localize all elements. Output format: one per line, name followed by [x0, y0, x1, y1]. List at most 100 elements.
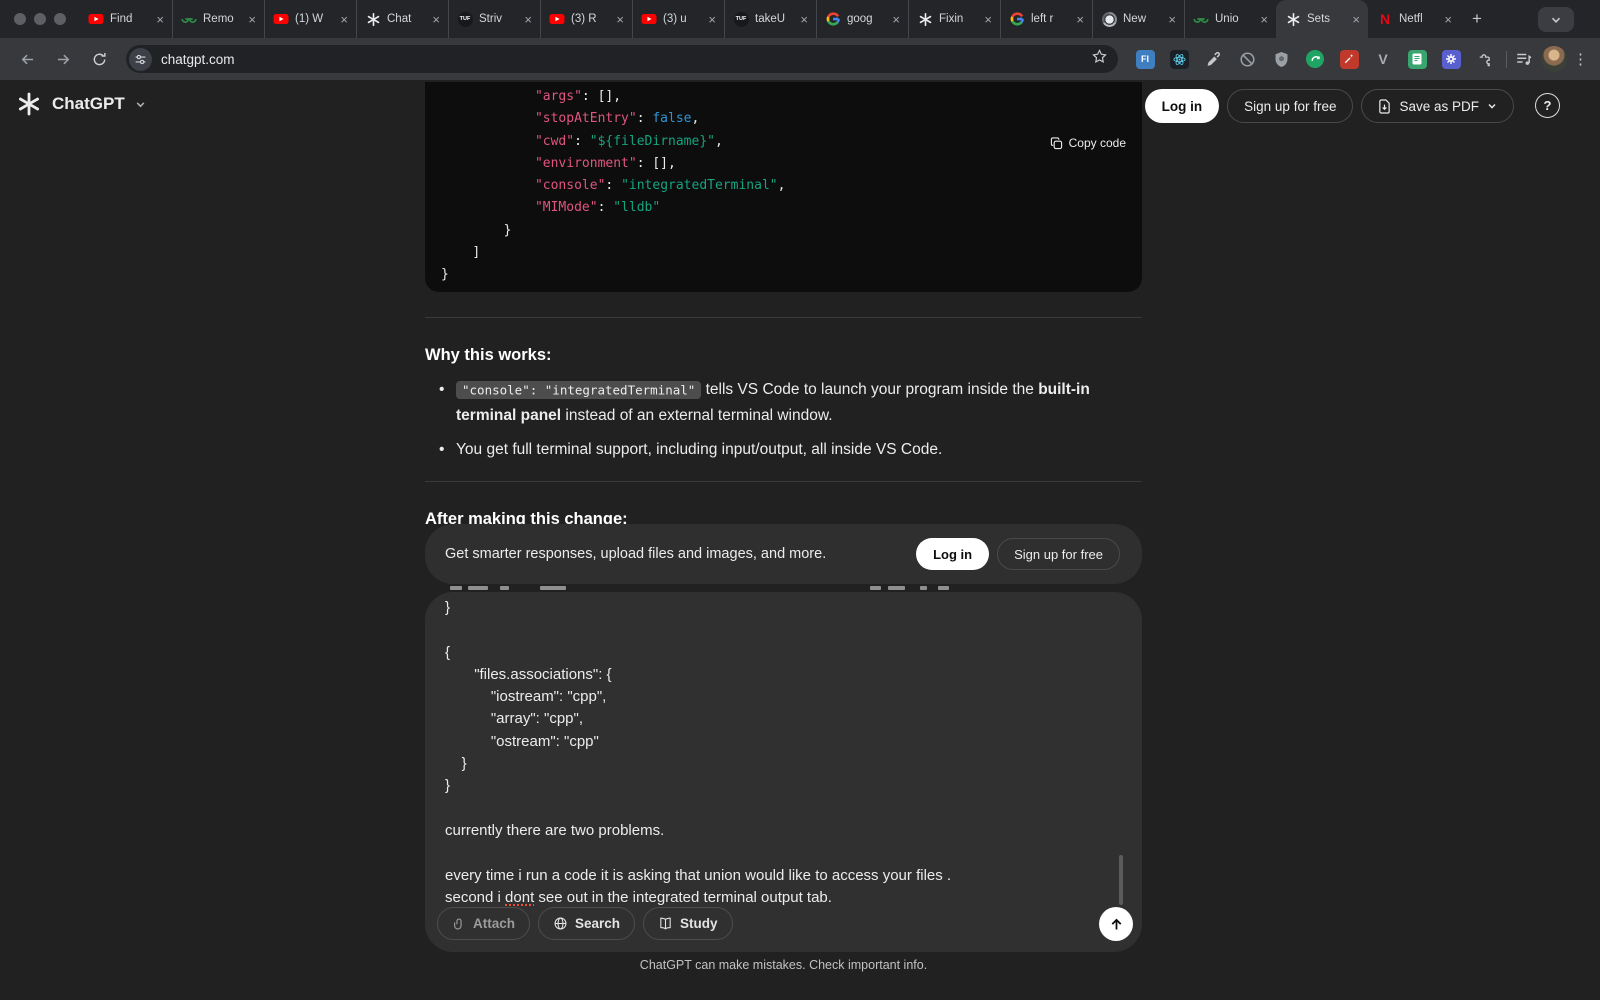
- browser-tab-strip: Find×Remo×(1) W×Chat×TUFStriv×(3) R×(3) …: [0, 0, 1600, 38]
- browser-tab-active[interactable]: Sets×: [1276, 0, 1368, 38]
- why-heading: Why this works:: [425, 346, 552, 365]
- tab-title: Netfl: [1399, 13, 1438, 25]
- login-button[interactable]: Log in: [1145, 89, 1220, 123]
- composer-input[interactable]: } { "files.associations": { "iostream": …: [445, 597, 1116, 909]
- composer-line: }: [445, 753, 1116, 775]
- media-controls-icon[interactable]: [1513, 48, 1535, 70]
- tab-close-icon[interactable]: ×: [432, 12, 440, 27]
- composer-line: "files.associations": {: [445, 664, 1116, 686]
- blocker-icon: [1239, 51, 1256, 68]
- signup-button[interactable]: Sign up for free: [1227, 89, 1353, 123]
- toolbar-extension-puzzle[interactable]: [1474, 48, 1496, 70]
- browser-tab[interactable]: goog×: [816, 0, 908, 38]
- tab-overflow-button[interactable]: [1538, 7, 1574, 32]
- tab-close-icon[interactable]: ×: [616, 12, 624, 27]
- browser-tab[interactable]: Chat×: [356, 0, 448, 38]
- chatgpt-favicon-icon: [366, 12, 381, 27]
- tab-close-icon[interactable]: ×: [1352, 12, 1360, 27]
- minimize-window-icon[interactable]: [34, 13, 46, 25]
- composer-line: second i dont see out in the integrated …: [445, 887, 1116, 909]
- composer-line: {: [445, 642, 1116, 664]
- forward-button[interactable]: [48, 44, 78, 74]
- toolbar-extension-settings[interactable]: [1440, 48, 1462, 70]
- zoom-window-icon[interactable]: [54, 13, 66, 25]
- tab-close-icon[interactable]: ×: [1076, 12, 1084, 27]
- toolbar-extension-blocker[interactable]: [1236, 48, 1258, 70]
- youtube-favicon-icon: [273, 11, 289, 27]
- chatgpt-model-switcher[interactable]: ChatGPT: [16, 91, 146, 117]
- site-settings-icon[interactable]: [129, 48, 152, 71]
- browser-tab[interactable]: Find×: [80, 0, 172, 38]
- tab-title: (3) u: [663, 13, 702, 25]
- help-button[interactable]: ?: [1535, 93, 1560, 118]
- browser-toolbar: chatgpt.com FI V ⋮: [0, 38, 1600, 80]
- browser-tab[interactable]: TUFtakeU×: [724, 0, 816, 38]
- code-line: "environment": [],: [441, 153, 1126, 175]
- tab-close-icon[interactable]: ×: [340, 12, 348, 27]
- tab-close-icon[interactable]: ×: [248, 12, 256, 27]
- toolbar-extension-vimium[interactable]: V: [1372, 48, 1394, 70]
- google-favicon-icon: [825, 11, 841, 27]
- url-text[interactable]: chatgpt.com: [161, 52, 1091, 67]
- chevron-down-icon: [1487, 101, 1497, 111]
- tab-title: (1) W: [295, 13, 334, 25]
- tab-close-icon[interactable]: ×: [1168, 12, 1176, 27]
- clipped-text-fragment: [450, 586, 462, 590]
- toolbar-extension-dropper[interactable]: [1202, 48, 1224, 70]
- bookmark-star-icon[interactable]: [1091, 48, 1108, 70]
- browser-tab[interactable]: Unio×: [1184, 0, 1276, 38]
- window-controls[interactable]: [0, 13, 80, 25]
- tab-close-icon[interactable]: ×: [1260, 12, 1268, 27]
- why-bullet-list: "console": "integratedTerminal" tells VS…: [439, 377, 1142, 472]
- browser-tab[interactable]: (3) R×: [540, 0, 632, 38]
- composer[interactable]: } { "files.associations": { "iostream": …: [425, 592, 1142, 952]
- save-as-pdf-button[interactable]: Save as PDF: [1361, 89, 1514, 123]
- toolbar-extension-react[interactable]: [1168, 48, 1190, 70]
- tab-close-icon[interactable]: ×: [800, 12, 808, 27]
- toolbar-extension-shield[interactable]: [1270, 48, 1292, 70]
- browser-tab[interactable]: (1) W ×: [264, 0, 356, 38]
- composer-scrollbar[interactable]: [1119, 855, 1123, 905]
- tab-close-icon[interactable]: ×: [984, 12, 992, 27]
- chevron-down-icon: [1550, 14, 1562, 26]
- section-divider: [425, 317, 1142, 318]
- attach-button[interactable]: Attach: [437, 907, 530, 940]
- eyedropper-icon: [1205, 51, 1222, 68]
- clipped-text-fragment: [540, 586, 566, 590]
- code-line: "console": "integratedTerminal",: [441, 175, 1126, 197]
- toolbar-extension-fi[interactable]: FI: [1134, 48, 1156, 70]
- browser-tab[interactable]: Fixin×: [908, 0, 1000, 38]
- toolbar-extension-wand[interactable]: [1338, 48, 1360, 70]
- back-button[interactable]: [12, 44, 42, 74]
- address-bar[interactable]: chatgpt.com: [126, 45, 1118, 73]
- netflix-favicon-icon: N: [1380, 11, 1390, 27]
- study-button[interactable]: Study: [643, 907, 733, 940]
- browser-tab[interactable]: N Netfl ×: [1368, 0, 1460, 38]
- toolbar-extension-exporter[interactable]: [1406, 48, 1428, 70]
- tab-close-icon[interactable]: ×: [156, 12, 164, 27]
- arrow-up-icon: [1108, 916, 1125, 933]
- tab-close-icon[interactable]: ×: [1444, 12, 1452, 27]
- composer-line: [445, 798, 1116, 820]
- search-button[interactable]: Search: [538, 907, 635, 940]
- browser-tab[interactable]: Remo ×: [172, 0, 264, 38]
- reload-button[interactable]: [84, 44, 114, 74]
- close-window-icon[interactable]: [14, 13, 26, 25]
- geeksforgeeks-favicon-icon: [181, 11, 197, 27]
- copy-code-button[interactable]: Copy code: [1050, 136, 1126, 150]
- browser-tab[interactable]: left r×: [1000, 0, 1092, 38]
- tab-close-icon[interactable]: ×: [708, 12, 716, 27]
- browser-profile-avatar[interactable]: [1541, 46, 1567, 72]
- browser-tab[interactable]: TUFStriv×: [448, 0, 540, 38]
- send-button[interactable]: [1099, 907, 1133, 941]
- tab-close-icon[interactable]: ×: [892, 12, 900, 27]
- browser-tab[interactable]: New×: [1092, 0, 1184, 38]
- banner-login-button[interactable]: Log in: [916, 538, 989, 570]
- browser-tab[interactable]: (3) u ×: [632, 0, 724, 38]
- tab-title: Remo: [203, 13, 242, 25]
- banner-signup-button[interactable]: Sign up for free: [997, 538, 1120, 570]
- new-tab-button[interactable]: +: [1472, 9, 1482, 29]
- tab-close-icon[interactable]: ×: [524, 12, 532, 27]
- browser-menu-icon[interactable]: ⋮: [1573, 57, 1588, 62]
- toolbar-extension-greendot[interactable]: [1304, 48, 1326, 70]
